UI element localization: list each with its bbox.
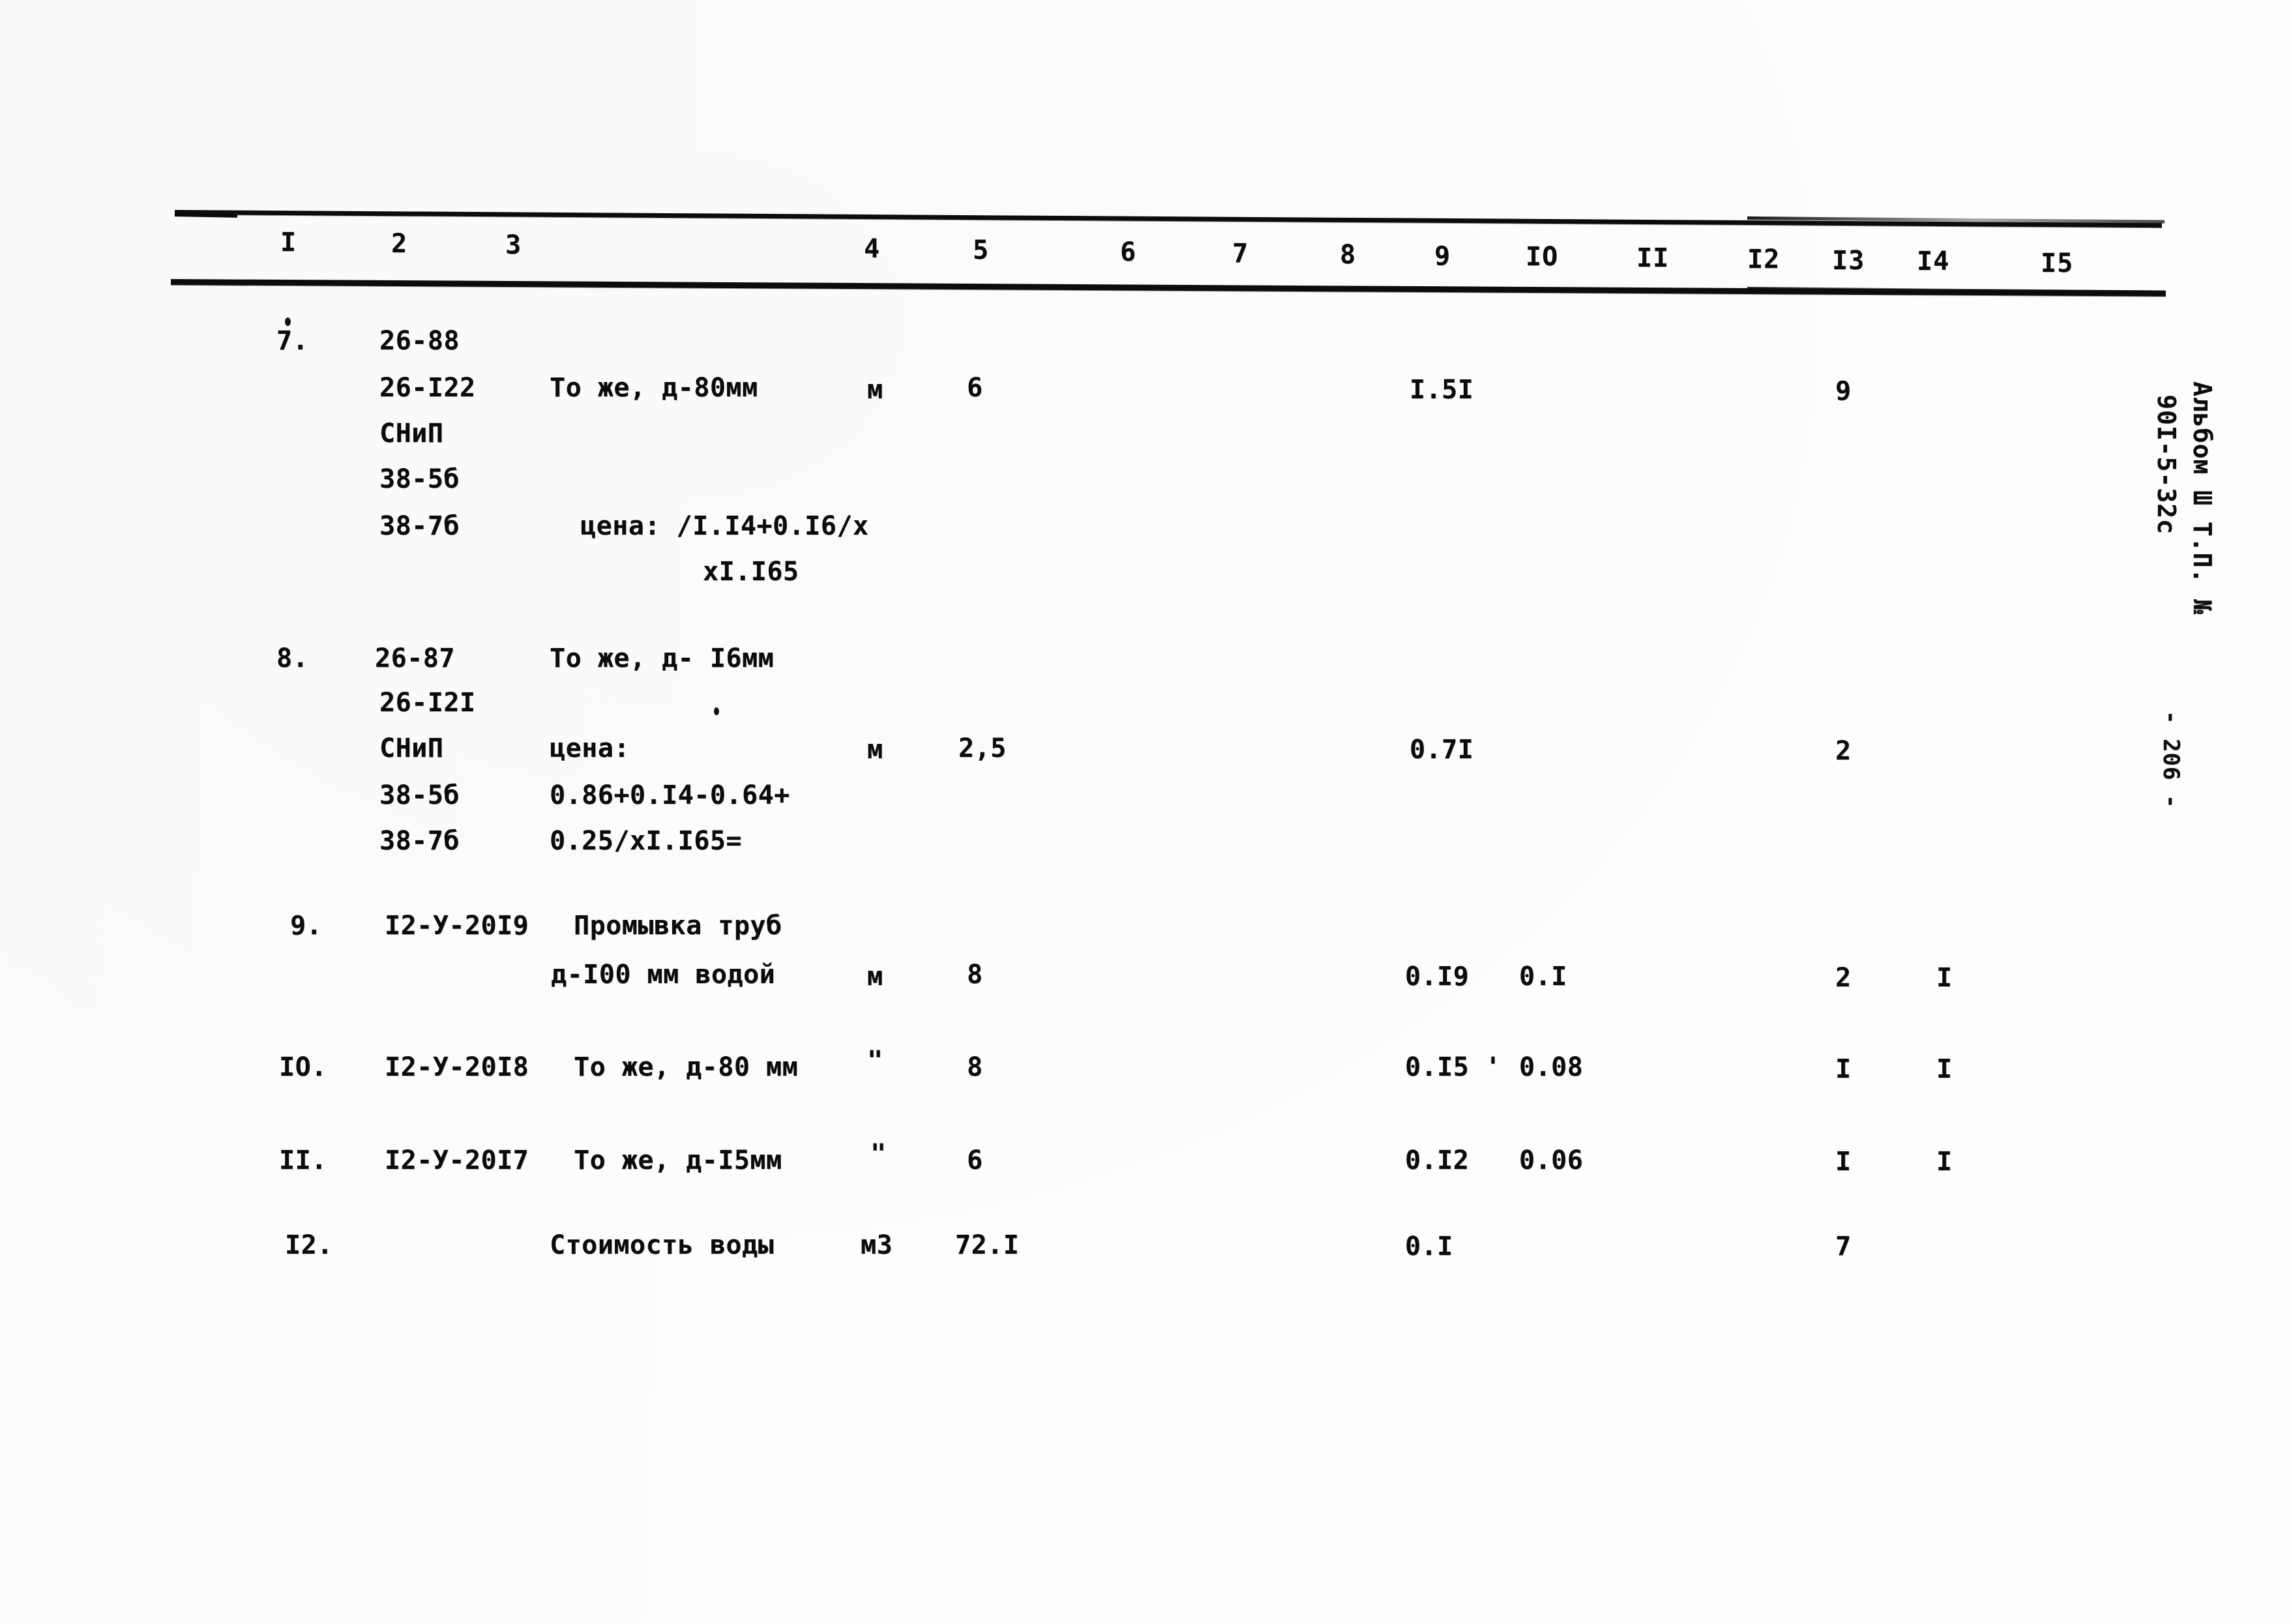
row-11-number: II.: [279, 1145, 327, 1175]
row-12-unit: м3: [861, 1230, 893, 1260]
row-10-qty: 8: [967, 1052, 983, 1082]
row-12-qty: 72.I: [955, 1230, 1020, 1260]
row-11-col14: I: [1936, 1147, 1953, 1177]
row-7-description-1: То же, д-80мм: [550, 373, 758, 403]
column-header-2: 2: [391, 229, 408, 259]
row-10-unit: ": [867, 1046, 883, 1076]
column-header-4: 4: [864, 234, 881, 264]
margin-album-number: 90I-5-32с: [2152, 394, 2181, 535]
row-7-col9: I.5I: [1410, 375, 1474, 405]
scan-speck: [285, 317, 291, 326]
row-10-col10: 0.08: [1519, 1052, 1584, 1082]
row-11-code-1: I2-У-20I7: [385, 1145, 529, 1175]
row-8-code-3: СНиП: [379, 733, 444, 763]
row-7-description-3: хI.I65: [703, 557, 799, 587]
row-10-col14: I: [1936, 1054, 1953, 1084]
row-11-col13: I: [1835, 1147, 1852, 1177]
scan-texture-overlay: [0, 0, 2291, 1624]
row-10-number: IO.: [279, 1052, 327, 1082]
row-10-col9: 0.I5 ': [1405, 1052, 1501, 1082]
row-9-col10: 0.I: [1519, 962, 1567, 992]
margin-page-number: - 206 -: [2158, 711, 2184, 809]
row-8-description-3: 0.86+0.I4-0.64+: [550, 780, 790, 810]
row-7-code-1: 26-88: [379, 326, 460, 356]
row-8-number: 8.: [276, 643, 309, 673]
row-10-code-1: I2-У-20I8: [385, 1052, 529, 1082]
column-header-15: I5: [2041, 248, 2074, 278]
row-7-code-4: 38-5б: [379, 464, 460, 494]
row-7-col13: 9: [1835, 376, 1852, 406]
row-8-description-1: То же, д- I6мм: [550, 643, 775, 673]
row-11-unit: ": [870, 1139, 887, 1169]
row-9-col9: 0.I9: [1405, 962, 1470, 992]
row-8-col13: 2: [1835, 736, 1852, 766]
row-10-col13: I: [1835, 1054, 1852, 1084]
row-12-number: I2.: [285, 1230, 333, 1260]
margin-album-label: Альбом Ш Т.П. №: [2188, 381, 2217, 615]
row-9-qty: 8: [967, 960, 983, 990]
row-8-code-2: 26-I2I: [379, 688, 476, 718]
row-7-description-2: цена: /I.I4+0.I6/х: [580, 511, 869, 541]
scan-speck: [714, 707, 719, 715]
row-9-description-2: д-I00 мм водой: [551, 960, 776, 990]
row-8-unit: м: [867, 735, 883, 765]
row-8-description-4: 0.25/хI.I65=: [550, 826, 742, 856]
row-12-description-1: Стоимость воды: [550, 1230, 775, 1260]
row-11-col9: 0.I2: [1405, 1145, 1470, 1175]
column-header-5: 5: [973, 235, 990, 265]
row-9-code-1: I2-У-20I9: [385, 911, 529, 941]
row-12-col9: 0.I: [1405, 1232, 1453, 1262]
column-header-14: I4: [1917, 246, 1950, 276]
row-9-col14: I: [1936, 963, 1953, 993]
row-9-number: 9.: [290, 911, 323, 941]
row-9-description-1: Промывка труб: [574, 911, 782, 941]
column-header-1: I: [280, 228, 297, 258]
row-9-col13: 2: [1835, 963, 1852, 993]
column-header-10: IO: [1526, 242, 1559, 272]
column-header-7: 7: [1232, 239, 1249, 269]
row-7-code-5: 38-7б: [379, 511, 460, 541]
column-header-6: 6: [1120, 237, 1137, 267]
row-8-col9: 0.7I: [1410, 735, 1474, 765]
row-8-code-1: 26-87: [375, 643, 455, 673]
row-8-code-5: 38-7б: [379, 826, 460, 856]
row-9-unit: м: [867, 962, 883, 992]
column-header-8: 8: [1340, 240, 1357, 270]
column-header-3: 3: [505, 230, 522, 260]
row-7-number: 7.: [276, 326, 309, 356]
row-10-description-1: То же, д-80 мм: [574, 1052, 799, 1082]
scanned-page: I 2 3 4 5 6 7 8 9 IO II I2 I3 I4 I5 7. 2…: [0, 0, 2291, 1624]
row-11-qty: 6: [967, 1145, 983, 1175]
row-12-col13: 7: [1835, 1232, 1852, 1262]
row-11-col10: 0.06: [1519, 1145, 1584, 1175]
column-header-9: 9: [1434, 241, 1451, 271]
row-7-qty: 6: [967, 373, 983, 403]
column-header-13: I3: [1832, 246, 1865, 276]
row-11-description-1: То же, д-I5мм: [574, 1145, 782, 1175]
row-7-code-3: СНиП: [379, 419, 444, 449]
row-8-description-2: цена:: [550, 733, 630, 763]
column-header-11: II: [1636, 243, 1670, 273]
row-8-code-4: 38-5б: [379, 780, 460, 810]
row-7-code-2: 26-I22: [379, 373, 476, 403]
row-8-qty: 2,5: [958, 733, 1007, 763]
column-header-12: I2: [1747, 244, 1781, 274]
row-7-unit: м: [867, 375, 883, 405]
